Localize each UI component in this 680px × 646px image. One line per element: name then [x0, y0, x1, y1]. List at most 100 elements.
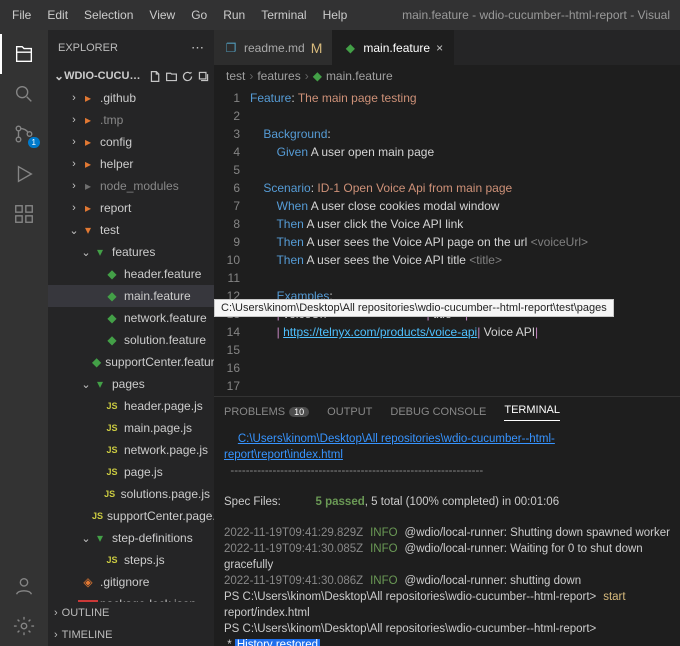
chevron-icon: ›	[68, 202, 80, 214]
tree-item-supportcenter-page-js[interactable]: JSsupportCenter.page.js	[48, 505, 214, 527]
accounts-icon[interactable]	[0, 566, 48, 606]
cucumber-icon: ◆	[343, 41, 357, 55]
tree-item-node-modules[interactable]: ›▸node_modules	[48, 175, 214, 197]
file-type-icon: ▸	[80, 91, 96, 105]
chevron-icon: ⌄	[80, 246, 92, 259]
menu-view[interactable]: View	[141, 0, 183, 30]
extensions-icon[interactable]	[0, 194, 48, 234]
file-type-icon: ▾	[80, 223, 96, 237]
chevron-icon: ›	[68, 180, 80, 192]
tree-item--gitignore[interactable]: ◈.gitignore	[48, 571, 214, 593]
file-type-icon: ▸	[80, 157, 96, 171]
code-content[interactable]: Feature: The main page testing Backgroun…	[250, 87, 680, 396]
tree-item-report[interactable]: ›▸report	[48, 197, 214, 219]
menu-run[interactable]: Run	[215, 0, 253, 30]
chevron-icon: ›	[68, 136, 80, 148]
menu-edit[interactable]: Edit	[39, 0, 76, 30]
tree-item-solution-feature[interactable]: ◆solution.feature	[48, 329, 214, 351]
explorer-more-icon[interactable]: ⋯	[191, 40, 204, 56]
file-type-icon: ◆	[104, 311, 120, 325]
file-type-icon: ▸	[80, 113, 96, 127]
new-folder-icon[interactable]	[165, 70, 178, 83]
source-control-icon[interactable]: 1	[0, 114, 48, 154]
terminal-tab[interactable]: TERMINAL	[504, 404, 560, 421]
chevron-icon: ⌄	[80, 378, 92, 391]
menu-selection[interactable]: Selection	[76, 0, 141, 30]
new-file-icon[interactable]	[149, 70, 162, 83]
collapse-all-icon[interactable]	[197, 70, 210, 83]
debug-console-tab[interactable]: DEBUG CONSOLE	[390, 406, 486, 418]
tree-item-page-js[interactable]: JSpage.js	[48, 461, 214, 483]
outline-header[interactable]: ›OUTLINE	[48, 602, 214, 624]
menu-help[interactable]: Help	[315, 0, 356, 30]
file-type-icon: ▸	[80, 201, 96, 215]
output-tab[interactable]: OUTPUT	[327, 406, 372, 418]
chevron-icon: ›	[68, 158, 80, 170]
tree-item-header-page-js[interactable]: JSheader.page.js	[48, 395, 214, 417]
tab-readme[interactable]: ❐ readme.md M	[214, 30, 333, 65]
run-debug-icon[interactable]	[0, 154, 48, 194]
project-header[interactable]: ⌄ WDIO-CUCUMBER--HTML-RE...	[48, 65, 214, 87]
explorer-sidebar: EXPLORER ⋯ ⌄ WDIO-CUCUMBER--HTML-RE... ›…	[48, 30, 214, 646]
tree-item-package-lock-json[interactable]: npmpackage-lock.json	[48, 593, 214, 602]
menu-go[interactable]: Go	[183, 0, 215, 30]
menu-terminal[interactable]: Terminal	[253, 0, 314, 30]
line-numbers: 1234567891011121314151617	[214, 87, 250, 396]
menubar: File Edit Selection View Go Run Terminal…	[0, 0, 680, 30]
file-tree: ›▸.github›▸.tmp›▸config›▸helper›▸node_mo…	[48, 87, 214, 602]
editor-group: ❐ readme.md M ◆ main.feature × test› fea…	[214, 30, 680, 646]
tree-item-helper[interactable]: ›▸helper	[48, 153, 214, 175]
code-editor[interactable]: 1234567891011121314151617 Feature: The m…	[214, 87, 680, 396]
tree-item-main-page-js[interactable]: JSmain.page.js	[48, 417, 214, 439]
file-type-icon: ◆	[92, 355, 101, 369]
menu-file[interactable]: File	[0, 0, 39, 30]
terminal-link[interactable]: C:\Users\kinom\Desktop\All repositories\…	[224, 433, 555, 461]
problems-tab[interactable]: PROBLEMS10	[224, 406, 309, 418]
file-type-icon: JS	[92, 511, 103, 521]
chevron-down-icon: ⌄	[54, 69, 64, 83]
file-type-icon: ◈	[80, 575, 96, 589]
tree-item-test[interactable]: ⌄▾test	[48, 219, 214, 241]
close-tab-icon[interactable]: ×	[436, 41, 443, 55]
explorer-icon[interactable]	[0, 34, 48, 74]
file-type-icon: JS	[104, 401, 120, 411]
tree-item-main-feature[interactable]: ◆main.feature	[48, 285, 214, 307]
tree-item-config[interactable]: ›▸config	[48, 131, 214, 153]
chevron-icon: ⌄	[80, 532, 92, 545]
file-type-icon: ◆	[104, 333, 120, 347]
activity-bar: 1	[0, 30, 48, 646]
tree-item--tmp[interactable]: ›▸.tmp	[48, 109, 214, 131]
terminal[interactable]: C:\Users\kinom\Desktop\All repositories\…	[214, 427, 680, 646]
window-title: main.feature - wdio-cucumber--html-repor…	[355, 8, 680, 22]
bottom-panel: PROBLEMS10 OUTPUT DEBUG CONSOLE TERMINAL…	[214, 396, 680, 646]
tree-item-network-feature[interactable]: ◆network.feature	[48, 307, 214, 329]
tree-item-header-feature[interactable]: ◆header.feature	[48, 263, 214, 285]
file-type-icon: ▾	[92, 377, 108, 391]
cucumber-icon: ◆	[313, 69, 322, 83]
path-tooltip: C:\Users\kinom\Desktop\All repositories\…	[214, 299, 614, 317]
file-type-icon: ◆	[104, 289, 120, 303]
timeline-header[interactable]: ›TIMELINE	[48, 624, 214, 646]
tree-item--github[interactable]: ›▸.github	[48, 87, 214, 109]
file-type-icon: JS	[104, 467, 120, 477]
tree-item-network-page-js[interactable]: JSnetwork.page.js	[48, 439, 214, 461]
refresh-icon[interactable]	[181, 70, 194, 83]
tree-item-supportcenter-feature[interactable]: ◆supportCenter.feature	[48, 351, 214, 373]
editor-tabs: ❐ readme.md M ◆ main.feature ×	[214, 30, 680, 65]
tree-item-solutions-page-js[interactable]: JSsolutions.page.js	[48, 483, 214, 505]
breadcrumb[interactable]: test› features› ◆ main.feature	[214, 65, 680, 87]
project-name: WDIO-CUCUMBER--HTML-RE...	[64, 70, 149, 82]
chevron-icon: ⌄	[68, 224, 80, 237]
explorer-title: EXPLORER	[58, 42, 118, 54]
tree-item-features[interactable]: ⌄▾features	[48, 241, 214, 263]
tree-item-step-definitions[interactable]: ⌄▾step-definitions	[48, 527, 214, 549]
tree-item-steps-js[interactable]: JSsteps.js	[48, 549, 214, 571]
tab-main-feature[interactable]: ◆ main.feature ×	[333, 30, 454, 65]
tree-item-pages[interactable]: ⌄▾pages	[48, 373, 214, 395]
settings-gear-icon[interactable]	[0, 606, 48, 646]
search-icon[interactable]	[0, 74, 48, 114]
markdown-icon: ❐	[224, 41, 238, 55]
scm-badge: 1	[28, 137, 40, 148]
file-type-icon: JS	[104, 555, 120, 565]
file-type-icon: JS	[104, 423, 120, 433]
